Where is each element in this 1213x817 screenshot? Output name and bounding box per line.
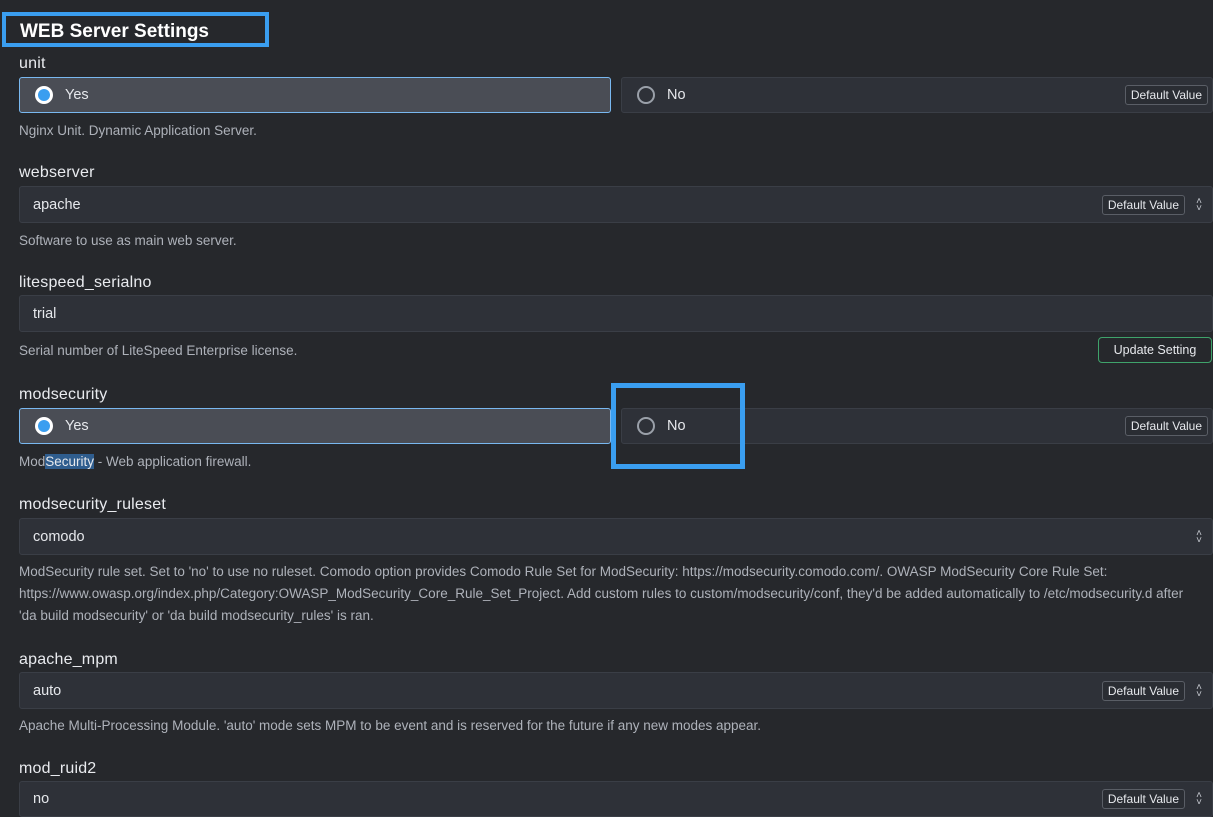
radio-label: Yes xyxy=(65,87,89,103)
field-label-unit: unit xyxy=(19,55,46,72)
radio-checked-icon xyxy=(35,417,53,435)
default-value-badge[interactable]: Default Value xyxy=(1101,789,1185,809)
chevron-updown-icon: ˄ ˅ xyxy=(1196,527,1202,546)
chevron-updown-icon: ˄ ˅ xyxy=(1196,790,1202,808)
field-description: Apache Multi-Processing Module. 'auto' m… xyxy=(19,718,762,733)
modsecurity-ruleset-select[interactable]: comodo ˄ ˅ xyxy=(19,518,1213,555)
field-description: Serial number of LiteSpeed Enterprise li… xyxy=(19,343,298,358)
section-title: WEB Server Settings xyxy=(2,12,269,47)
input-value: trial xyxy=(33,305,57,322)
field-description: ModSecurity rule set. Set to 'no' to use… xyxy=(19,564,1184,623)
default-value-badge[interactable]: Default Value xyxy=(1124,85,1208,105)
settings-page: WEB Server Settings unit Yes No Default … xyxy=(0,0,1213,817)
highlight-annotation xyxy=(611,383,745,469)
radio-label: No xyxy=(667,87,686,103)
field-description: ModSecurity - Web application firewall. xyxy=(19,451,1199,473)
field-description: Software to use as main web server. xyxy=(19,233,237,248)
mod-ruid2-select[interactable]: no Default Value ˄ ˅ xyxy=(19,781,1213,817)
default-value-badge[interactable]: Default Value xyxy=(1101,680,1185,701)
field-label-modsecurity-ruleset: modsecurity_ruleset xyxy=(19,496,166,513)
select-value: auto xyxy=(33,682,62,699)
webserver-select[interactable]: apache Default Value ˄ ˅ xyxy=(19,186,1213,223)
field-label-modsecurity: modsecurity xyxy=(19,386,108,403)
update-setting-button[interactable]: Update Setting xyxy=(1098,337,1212,363)
desc-text: - Web application firewall. xyxy=(94,454,252,469)
field-label-litespeed-serialno: litespeed_serialno xyxy=(19,274,152,291)
radio-label: Yes xyxy=(65,418,89,434)
field-label-mod-ruid2: mod_ruid2 xyxy=(19,760,97,777)
select-value: comodo xyxy=(33,528,85,545)
select-value: no xyxy=(33,791,50,807)
default-value-badge[interactable]: Default Value xyxy=(1124,416,1208,436)
selected-text: Security xyxy=(45,454,95,469)
select-value: apache xyxy=(33,196,81,213)
apache-mpm-select[interactable]: auto Default Value ˄ ˅ xyxy=(19,672,1213,709)
radio-unchecked-icon xyxy=(637,86,655,104)
default-value-badge[interactable]: Default Value xyxy=(1101,194,1185,215)
desc-text: Mod xyxy=(19,454,46,469)
field-label-apache-mpm: apache_mpm xyxy=(19,651,118,668)
field-label-webserver: webserver xyxy=(19,164,95,181)
radio-checked-icon xyxy=(35,86,53,104)
modsecurity-yes-option[interactable]: Yes xyxy=(19,408,611,444)
litespeed-serial-input[interactable]: trial xyxy=(19,295,1213,332)
chevron-updown-icon: ˄ ˅ xyxy=(1196,195,1202,214)
unit-yes-option[interactable]: Yes xyxy=(19,77,611,113)
field-description: Nginx Unit. Dynamic Application Server. xyxy=(19,123,257,138)
unit-no-option[interactable]: No Default Value xyxy=(621,77,1213,113)
chevron-updown-icon: ˄ ˅ xyxy=(1196,681,1202,700)
